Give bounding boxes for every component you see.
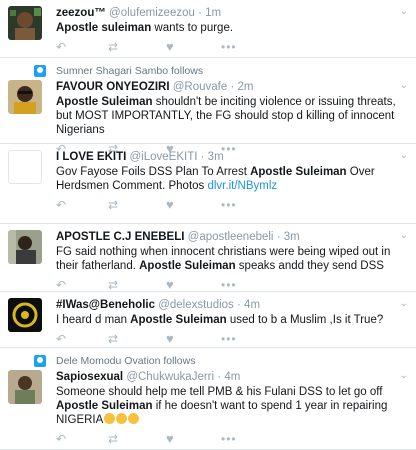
heart-icon[interactable]: ♥ [166, 278, 174, 291]
tweet-time[interactable]: 3m [208, 151, 224, 163]
chevron-down-icon[interactable]: ⌄ [400, 298, 408, 309]
tweet-text-rest: wants to purge. [151, 22, 234, 34]
tweet-time[interactable]: 4m [224, 371, 240, 383]
reply-icon[interactable]: ↶ [56, 279, 66, 291]
display-name[interactable]: FAVOUR ONYEOZIRI [56, 81, 170, 93]
tweet-text: Apostle suleiman wants to purge. [56, 21, 408, 35]
display-name[interactable]: I LOVE EKITI [56, 151, 126, 163]
tweet-header: I LOVE EKITI @iLoveEKITI · 3m [56, 150, 408, 164]
heart-icon[interactable]: ♥ [166, 40, 174, 53]
separator-dot: · [276, 231, 281, 243]
avatar[interactable] [8, 230, 42, 264]
tweet-text: FG said nothing when innocent christians… [56, 245, 408, 273]
tweet-text-pre: Someone should help me tell PMB & his Fu… [56, 386, 383, 398]
retweet-icon[interactable]: ⇄ [108, 433, 118, 445]
retweet-icon[interactable]: ⇄ [108, 279, 118, 291]
tweet-header: APOSTLE C.J ENEBELI @apostleenebeli · 3m [56, 230, 408, 244]
reply-icon[interactable]: ↶ [56, 199, 66, 211]
tweet-header: Sapiosexual @ChukwukaJerri · 4m [56, 370, 408, 384]
reply-icon[interactable]: ↶ [56, 433, 66, 445]
tweet-time[interactable]: 4m [244, 299, 260, 311]
heart-icon[interactable]: ♥ [166, 332, 174, 345]
display-name[interactable]: zeezou™ [56, 7, 106, 19]
more-icon[interactable]: ••• [221, 433, 237, 445]
chevron-down-icon[interactable]: ⌄ [400, 150, 408, 161]
user-handle[interactable]: @ChukwukaJerri [126, 371, 214, 383]
tweet-header: #IWas@Beneholic @delexstudios · 4m [56, 298, 408, 312]
avatar[interactable] [8, 298, 42, 332]
chevron-down-icon[interactable]: ⌄ [400, 6, 408, 17]
keyword-highlight: Apostle suleiman [56, 22, 152, 34]
tweet-header: FAVOUR ONYEOZIRI @Rouvafe · 2m [56, 80, 408, 94]
tweet[interactable]: ⌄ #IWas@Beneholic @delexstudios · 4m I h… [0, 292, 416, 348]
more-icon[interactable]: ••• [221, 333, 237, 345]
tweet[interactable]: ⌄ I LOVE EKITI @iLoveEKITI · 3m Gov Fayo… [0, 144, 416, 224]
display-name[interactable]: Sapiosexual [56, 371, 123, 383]
separator-dot: · [198, 7, 202, 19]
avatar[interactable] [8, 370, 42, 404]
more-icon[interactable]: ••• [221, 41, 237, 53]
tweet-time[interactable]: 2m [238, 81, 254, 93]
keyword-highlight: Apostle Suleiman [139, 260, 236, 272]
heart-icon[interactable]: ♥ [166, 432, 174, 445]
keyword-highlight: Apostle Suleiman [56, 400, 153, 412]
reply-icon[interactable]: ↶ [56, 333, 66, 345]
chevron-down-icon[interactable]: ⌄ [400, 80, 408, 91]
tweet-text: Someone should help me tell PMB & his Fu… [56, 385, 408, 427]
reply-icon[interactable]: ↶ [56, 41, 66, 53]
social-context-text[interactable]: Dele Momodu Ovation follows [56, 355, 195, 367]
retweet-icon[interactable]: ⇄ [108, 199, 118, 211]
chevron-down-icon[interactable]: ⌄ [400, 230, 408, 241]
more-icon[interactable]: ••• [221, 199, 237, 211]
tweet-text: Apostle Suleiman shouldn't be inciting v… [56, 95, 408, 137]
avatar[interactable] [8, 80, 42, 114]
avatar[interactable] [8, 150, 42, 184]
display-name[interactable]: #IWas@Beneholic [56, 299, 155, 311]
user-handle[interactable]: @iLoveEKITI [130, 151, 198, 163]
tweet-text-pre: Gov Fayose Foils DSS Plan To Arrest [56, 166, 251, 178]
separator-dot: · [217, 371, 222, 383]
more-icon[interactable]: ••• [221, 279, 237, 291]
keyword-highlight: Apostle Suleiman [56, 96, 153, 108]
tweet-time[interactable]: 3m [284, 231, 300, 243]
separator-dot: · [230, 81, 235, 93]
tweet-link[interactable]: dlvr.it/NBymlz [207, 180, 277, 192]
tweet-text-pre: I heard d man [56, 314, 131, 326]
separator-dot: · [200, 151, 205, 163]
social-context: Dele Momodu Ovation follows [34, 354, 408, 368]
tweet-text: Gov Fayose Foils DSS Plan To Arrest Apos… [56, 165, 408, 193]
tweet[interactable]: ⌄ APOSTLE C.J ENEBELI @apostleenebeli · … [0, 224, 416, 292]
tweet-text-rest: used to b a Muslim ,Is it True? [226, 314, 384, 326]
heart-icon[interactable]: ♥ [166, 198, 174, 211]
avatar[interactable] [8, 6, 42, 40]
separator-dot: · [237, 299, 241, 311]
tweet-feed: ⌄ zeezou™ @olufemizeezou · 1m Apostle su… [0, 0, 416, 450]
tweet[interactable]: Dele Momodu Ovation follows ⌄ Sapiosexua… [0, 348, 416, 450]
user-handle[interactable]: @olufemizeezou [109, 7, 195, 19]
user-handle[interactable]: @delexstudios [158, 299, 234, 311]
laughing-emoji-icon [128, 413, 140, 424]
display-name[interactable]: APOSTLE C.J ENEBELI [56, 231, 184, 243]
tweet-time[interactable]: 1m [205, 7, 221, 19]
retweet-icon[interactable]: ⇄ [108, 41, 118, 53]
tweet[interactable]: Sumner Shagari Sambo follows ⌄ FAVOUR ON… [0, 58, 416, 155]
tweet-actions: ↶ ⇄ ♥ ••• [56, 427, 408, 450]
laughing-emoji-icon [116, 413, 128, 424]
user-handle[interactable]: @apostleenebeli [188, 231, 274, 243]
follow-context-icon [34, 355, 46, 367]
keyword-highlight: Apostle Suleiman [130, 314, 227, 326]
tweet-actions: ↶ ⇄ ♥ ••• [56, 193, 408, 219]
retweet-icon[interactable]: ⇄ [108, 333, 118, 345]
follow-context-icon [34, 65, 46, 77]
tweet-header: zeezou™ @olufemizeezou · 1m [56, 6, 408, 20]
user-handle[interactable]: @Rouvafe [173, 81, 228, 93]
social-context: Sumner Shagari Sambo follows [34, 64, 408, 78]
tweet[interactable]: ⌄ zeezou™ @olufemizeezou · 1m Apostle su… [0, 0, 416, 58]
chevron-down-icon[interactable]: ⌄ [400, 370, 408, 381]
social-context-text[interactable]: Sumner Shagari Sambo follows [56, 65, 203, 77]
laughing-emoji-icon [104, 413, 116, 424]
tweet-text-rest: speaks andd they send DSS [235, 260, 384, 272]
tweet-text: I heard d man Apostle Suleiman used to b… [56, 313, 408, 327]
keyword-highlight: Apostle Suleiman [250, 166, 347, 178]
